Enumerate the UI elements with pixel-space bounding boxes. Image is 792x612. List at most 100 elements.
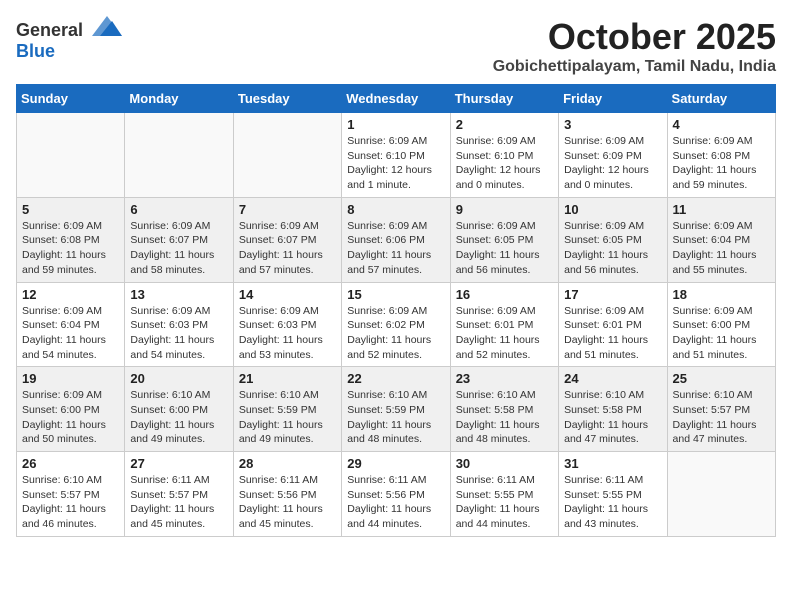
calendar-cell: 12 Sunrise: 6:09 AMSunset: 6:04 PMDayligh… [17,282,125,367]
day-info: Sunrise: 6:10 AMSunset: 5:58 PMDaylight:… [564,388,661,447]
day-info: Sunrise: 6:11 AMSunset: 5:56 PMDaylight:… [239,473,336,532]
day-info: Sunrise: 6:09 AMSunset: 6:03 PMDaylight:… [130,304,227,363]
header-cell-saturday: Saturday [667,85,775,113]
day-number: 4 [673,117,770,132]
day-number: 24 [564,371,661,386]
calendar-cell: 1Sunrise: 6:09 AMSunset: 6:10 PMDaylight… [342,113,450,198]
logo-text: General [16,16,122,41]
calendar-cell: 7Sunrise: 6:09 AMSunset: 6:07 PMDaylight… [233,197,341,282]
day-number: 10 [564,202,661,217]
calendar-cell: 3 Sunrise: 6:09 AMSunset: 6:09 PMDaylight… [559,113,667,198]
day-info: Sunrise: 6:11 AMSunset: 5:55 PMDaylight:… [456,473,553,532]
location-title: Gobichettipalayam, Tamil Nadu, India [493,58,776,76]
day-number: 15 [347,287,444,302]
header-cell-thursday: Thursday [450,85,558,113]
calendar-cell: 24 Sunrise: 6:10 AMSunset: 5:58 PMDayligh… [559,367,667,452]
calendar-cell [667,452,775,537]
header-cell-sunday: Sunday [17,85,125,113]
week-row-1: 1 Sunrise: 6:09 AMSunset: 6:10 PMDaylight… [17,113,776,198]
day-info: Sunrise: 6:09 AMSunset: 6:04 PMDaylight:… [673,219,770,278]
day-info: Sunrise: 6:09 AMSunset: 6:00 PMDaylight:… [673,304,770,363]
day-info: Sunrise: 6:09 AMSunset: 6:02 PMDaylight:… [347,304,444,363]
day-number: 7 [239,202,336,217]
day-info: Sunrise: 6:09 AMSunset: 6:00 PMDaylight:… [22,388,119,447]
week-row-2: 5Sunrise: 6:09 AMSunset: 6:08 PMDaylight… [17,197,776,282]
day-info: Sunrise: 6:09 AMSunset: 6:06 PMDaylight:… [347,219,444,278]
calendar-cell: 10Sunrise: 6:09 AMSunset: 6:05 PMDayligh… [559,197,667,282]
header-cell-tuesday: Tuesday [233,85,341,113]
day-number: 26 [22,456,119,471]
header-cell-wednesday: Wednesday [342,85,450,113]
calendar-cell: 5Sunrise: 6:09 AMSunset: 6:08 PMDaylight… [17,197,125,282]
calendar-cell: 4Sunrise: 6:09 AMSunset: 6:08 PMDaylight… [667,113,775,198]
day-number: 17 [564,287,661,302]
day-number: 8 [347,202,444,217]
header-cell-friday: Friday [559,85,667,113]
logo-general: General [16,20,83,40]
logo: General Blue [16,16,122,62]
day-number: 30 [456,456,553,471]
day-number: 14 [239,287,336,302]
calendar-cell: 22 Sunrise: 6:10 AMSunset: 5:59 PMDayligh… [342,367,450,452]
day-number: 28 [239,456,336,471]
day-number: 25 [673,371,770,386]
calendar-cell: 18 Sunrise: 6:09 AMSunset: 6:00 PMDayligh… [667,282,775,367]
calendar-cell: 16 Sunrise: 6:09 AMSunset: 6:01 PMDayligh… [450,282,558,367]
day-number: 9 [456,202,553,217]
day-info: Sunrise: 6:09 AMSunset: 6:01 PMDaylight:… [564,304,661,363]
calendar-cell: 28 Sunrise: 6:11 AMSunset: 5:56 PMDayligh… [233,452,341,537]
calendar-cell: 15 Sunrise: 6:09 AMSunset: 6:02 PMDayligh… [342,282,450,367]
day-number: 22 [347,371,444,386]
day-number: 5 [22,202,119,217]
day-info: Sunrise: 6:10 AMSunset: 5:57 PMDaylight:… [22,473,119,532]
day-number: 19 [22,371,119,386]
calendar-cell: 21 Sunrise: 6:10 AMSunset: 5:59 PMDayligh… [233,367,341,452]
day-number: 21 [239,371,336,386]
calendar-cell: 14 Sunrise: 6:09 AMSunset: 6:03 PMDayligh… [233,282,341,367]
day-number: 18 [673,287,770,302]
calendar-cell: 6 Sunrise: 6:09 AMSunset: 6:07 PMDaylight… [125,197,233,282]
day-info: Sunrise: 6:09 AMSunset: 6:04 PMDaylight:… [22,304,119,363]
day-info: Sunrise: 6:09 AMSunset: 6:03 PMDaylight:… [239,304,336,363]
logo-blue: Blue [16,41,55,62]
calendar-cell: 17 Sunrise: 6:09 AMSunset: 6:01 PMDayligh… [559,282,667,367]
day-number: 1 [347,117,444,132]
day-number: 27 [130,456,227,471]
calendar-cell: 19 Sunrise: 6:09 AMSunset: 6:00 PMDayligh… [17,367,125,452]
day-info: Sunrise: 6:09 AMSunset: 6:01 PMDaylight:… [456,304,553,363]
calendar-cell: 8 Sunrise: 6:09 AMSunset: 6:06 PMDaylight… [342,197,450,282]
day-info: Sunrise: 6:11 AMSunset: 5:57 PMDaylight:… [130,473,227,532]
week-row-5: 26 Sunrise: 6:10 AMSunset: 5:57 PMDayligh… [17,452,776,537]
calendar-cell: 13 Sunrise: 6:09 AMSunset: 6:03 PMDayligh… [125,282,233,367]
day-number: 31 [564,456,661,471]
week-row-3: 12 Sunrise: 6:09 AMSunset: 6:04 PMDayligh… [17,282,776,367]
day-number: 13 [130,287,227,302]
header-row: SundayMondayTuesdayWednesdayThursdayFrid… [17,85,776,113]
page-header: General Blue October 2025 Gobichettipala… [16,16,776,76]
calendar-cell: 30 Sunrise: 6:11 AMSunset: 5:55 PMDayligh… [450,452,558,537]
day-number: 12 [22,287,119,302]
calendar-header: SundayMondayTuesdayWednesdayThursdayFrid… [17,85,776,113]
calendar-cell: 20Sunrise: 6:10 AMSunset: 6:00 PMDayligh… [125,367,233,452]
calendar-cell [233,113,341,198]
day-info: Sunrise: 6:11 AMSunset: 5:55 PMDaylight:… [564,473,661,532]
day-info: Sunrise: 6:11 AMSunset: 5:56 PMDaylight:… [347,473,444,532]
day-info: Sunrise: 6:09 AMSunset: 6:09 PMDaylight:… [564,134,661,193]
calendar-cell: 31 Sunrise: 6:11 AMSunset: 5:55 PMDayligh… [559,452,667,537]
day-info: Sunrise: 6:10 AMSunset: 5:58 PMDaylight:… [456,388,553,447]
calendar: SundayMondayTuesdayWednesdayThursdayFrid… [16,84,776,537]
day-number: 3 [564,117,661,132]
day-info: Sunrise: 6:10 AMSunset: 5:59 PMDaylight:… [347,388,444,447]
day-number: 16 [456,287,553,302]
day-info: Sunrise: 6:10 AMSunset: 5:59 PMDaylight:… [239,388,336,447]
day-info: Sunrise: 6:09 AMSunset: 6:05 PMDaylight:… [456,219,553,278]
day-info: Sunrise: 6:09 AMSunset: 6:07 PMDaylight:… [130,219,227,278]
header-cell-monday: Monday [125,85,233,113]
calendar-cell: 23Sunrise: 6:10 AMSunset: 5:58 PMDayligh… [450,367,558,452]
day-number: 2 [456,117,553,132]
day-info: Sunrise: 6:09 AMSunset: 6:10 PMDaylight:… [456,134,553,193]
calendar-cell: 11Sunrise: 6:09 AMSunset: 6:04 PMDayligh… [667,197,775,282]
calendar-cell: 27 Sunrise: 6:11 AMSunset: 5:57 PMDayligh… [125,452,233,537]
title-section: October 2025 Gobichettipalayam, Tamil Na… [493,16,776,76]
day-number: 6 [130,202,227,217]
